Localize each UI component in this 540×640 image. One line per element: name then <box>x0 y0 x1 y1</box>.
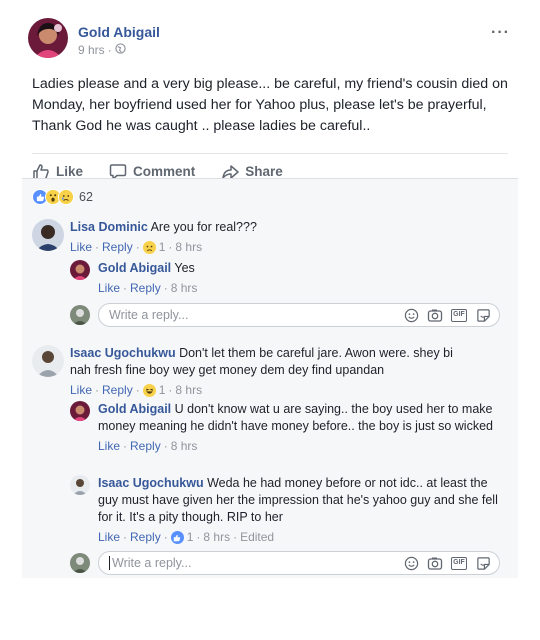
reply-time[interactable]: 8 hrs <box>171 280 198 297</box>
reply-like-link[interactable]: Like <box>98 438 120 455</box>
comment-label: Comment <box>133 164 196 179</box>
comment-actions: Like · Reply · 1 · 8 hrs <box>70 239 203 256</box>
comment-like-link[interactable]: Like <box>70 382 92 399</box>
post-header: Gold Abigail 9 hrs · ··· <box>22 14 518 64</box>
reply: Isaac Ugochukwu Weda he had money before… <box>70 475 510 546</box>
camera-icon[interactable] <box>427 307 443 323</box>
reply-input[interactable]: Write a reply... GIF <box>98 303 500 327</box>
like-reaction-icon[interactable] <box>170 531 184 544</box>
reply-actions: Like · Reply · 8 hrs <box>98 280 198 297</box>
replier-avatar[interactable] <box>70 260 90 280</box>
commenter-avatar[interactable] <box>32 345 64 377</box>
reply-reaction-count: 1 <box>186 530 194 544</box>
gif-icon[interactable]: GIF <box>451 307 467 323</box>
gif-icon[interactable]: GIF <box>451 555 467 571</box>
globe-icon <box>115 43 126 57</box>
reaction-count: 62 <box>79 190 93 204</box>
reply: Gold Abigail Yes Like · Reply · 8 hrs <box>70 260 510 300</box>
meta-separator: · <box>107 43 112 57</box>
post-time[interactable]: 9 hrs <box>78 43 105 57</box>
emoji-icon[interactable] <box>403 555 419 571</box>
edited-label[interactable]: Edited <box>240 529 274 546</box>
reply-actions: Like · Reply · 8 hrs <box>98 438 198 455</box>
comment-reaction-count: 1 <box>158 383 166 397</box>
reply-reply-link[interactable]: Reply <box>130 438 161 455</box>
reply-input-icons: GIF <box>403 307 491 323</box>
camera-icon[interactable] <box>427 555 443 571</box>
comment-reaction-count: 1 <box>158 240 166 254</box>
replier-avatar[interactable] <box>70 475 90 495</box>
author-avatar[interactable] <box>28 18 68 58</box>
comment-actions: Like · Reply · 1 · 8 hrs <box>70 382 203 399</box>
commenter-name[interactable]: Lisa Dominic <box>70 220 148 234</box>
post: Gold Abigail 9 hrs · ··· Ladies please a… <box>22 14 518 189</box>
reply-placeholder: Write a reply... <box>112 556 192 570</box>
reply-composer: Write a reply... GIF <box>70 551 510 579</box>
post-author[interactable]: Gold Abigail <box>78 24 160 40</box>
commenter-avatar[interactable] <box>32 219 64 251</box>
comment-reply-link[interactable]: Reply <box>102 382 133 399</box>
sticker-icon[interactable] <box>475 307 491 323</box>
reply-composer: Write a reply... GIF <box>70 303 510 331</box>
reply-actions: Like · Reply · 1 · 8 hrs · Edited <box>98 529 275 546</box>
reply-like-link[interactable]: Like <box>98 280 120 297</box>
comment-time[interactable]: 8 hrs <box>175 239 202 256</box>
post-text: Ladies please and a very big please... b… <box>32 76 508 134</box>
commenter-name[interactable]: Isaac Ugochukwu <box>70 346 176 360</box>
text-cursor <box>109 556 110 570</box>
comments-section: 62 Lisa Dominic Are you for real??? Like… <box>22 178 518 578</box>
comment-text: Are you for real??? <box>150 220 257 234</box>
share-label: Share <box>245 164 283 179</box>
reply-input-icons: GIF <box>403 555 491 571</box>
comment: Isaac Ugochukwu Don't let them be carefu… <box>32 345 508 405</box>
comment-reply-link[interactable]: Reply <box>102 239 133 256</box>
sad-icon <box>58 189 74 205</box>
reply-time[interactable]: 8 hrs <box>171 438 198 455</box>
post-meta: 9 hrs · <box>78 43 126 57</box>
emoji-icon[interactable] <box>403 307 419 323</box>
reply-reply-link[interactable]: Reply <box>130 280 161 297</box>
comment: Lisa Dominic Are you for real??? Like · R… <box>32 219 508 259</box>
reply-text: Yes <box>174 261 195 275</box>
reply-reply-link[interactable]: Reply <box>130 529 161 546</box>
viewer-avatar <box>70 305 90 325</box>
reactions-summary[interactable]: 62 <box>32 189 93 205</box>
reply-like-link[interactable]: Like <box>98 529 120 546</box>
replier-avatar[interactable] <box>70 401 90 421</box>
viewer-avatar <box>70 553 90 573</box>
reply-input[interactable]: Write a reply... GIF <box>98 551 500 575</box>
comment-time[interactable]: 8 hrs <box>175 382 202 399</box>
reply: Gold Abigail U don't know wat u are sayi… <box>70 401 510 469</box>
more-options-icon[interactable]: ··· <box>491 24 510 42</box>
replier-name[interactable]: Isaac Ugochukwu <box>98 476 204 490</box>
haha-reaction-icon[interactable] <box>142 384 156 397</box>
reply-placeholder: Write a reply... <box>109 308 189 322</box>
sad-reaction-icon[interactable] <box>142 241 156 254</box>
sticker-icon[interactable] <box>475 555 491 571</box>
like-label: Like <box>56 164 84 179</box>
replier-name[interactable]: Gold Abigail <box>98 402 171 416</box>
reply-time[interactable]: 8 hrs <box>203 529 230 546</box>
comment-like-link[interactable]: Like <box>70 239 92 256</box>
replier-name[interactable]: Gold Abigail <box>98 261 171 275</box>
